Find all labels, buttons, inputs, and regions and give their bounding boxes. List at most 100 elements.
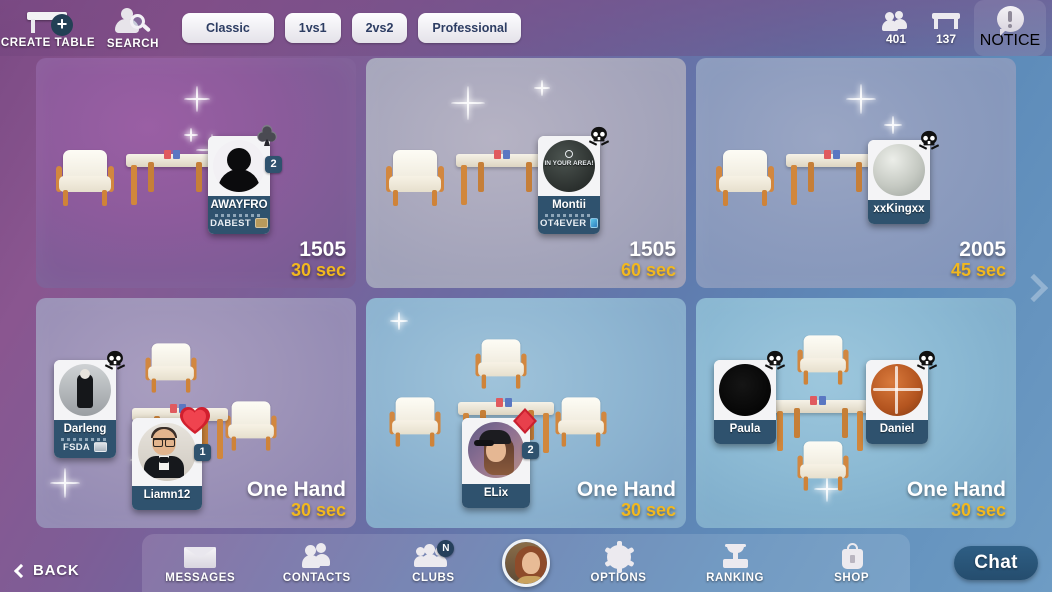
player-card[interactable]: 1 Liamn12 bbox=[132, 407, 211, 510]
chair bbox=[797, 335, 849, 385]
table-score: 1505 bbox=[299, 238, 346, 262]
table-card-6[interactable]: Paula Daniel One Hand 30 sec bbox=[696, 298, 1016, 528]
club-flag-icon bbox=[94, 442, 108, 453]
player-name: Darleng bbox=[63, 423, 107, 435]
shop-bag-icon bbox=[835, 542, 869, 569]
avatar-image-sphere bbox=[873, 144, 925, 196]
nav-item-clubs[interactable]: N CLUBS bbox=[385, 539, 481, 584]
chair bbox=[797, 441, 849, 491]
divider bbox=[545, 213, 593, 217]
club-name: FSDA bbox=[62, 441, 91, 453]
game-mode-filters: Classic 1vs1 2vs2 Professional bbox=[182, 13, 522, 43]
avatar bbox=[868, 140, 930, 200]
divider bbox=[61, 437, 109, 441]
nav-item-options[interactable]: OPTIONS bbox=[571, 540, 667, 584]
table-info: One Hand 30 sec bbox=[907, 479, 1006, 520]
nameplate: xxKingxx bbox=[868, 200, 930, 224]
table-card-5[interactable]: 2 ELix One Hand 30 sec bbox=[366, 298, 686, 528]
table-score: One Hand bbox=[576, 478, 676, 502]
chevron-left-icon bbox=[13, 563, 29, 578]
back-button[interactable]: BACK bbox=[13, 562, 80, 579]
player-name: Liamn12 bbox=[143, 489, 191, 501]
table-info: 2005 45 sec bbox=[951, 239, 1006, 280]
chair bbox=[716, 150, 774, 206]
user-avatar[interactable] bbox=[501, 539, 550, 587]
table-time: 45 sec bbox=[950, 260, 1006, 281]
tables-open-counter[interactable]: 137 bbox=[932, 11, 960, 46]
table-card-3[interactable]: xxKingxx 2005 45 sec bbox=[696, 58, 1016, 288]
gear-icon bbox=[602, 540, 636, 573]
table-time: 60 sec bbox=[620, 260, 676, 281]
table-card-4[interactable]: Darleng FSDA 1 Liamn12 One Hand 30 sec bbox=[36, 298, 356, 528]
create-table-icon: + bbox=[25, 8, 73, 36]
player-card[interactable]: 2 AWAYFRO DABEST bbox=[208, 124, 282, 234]
player-card[interactable]: Darleng FSDA bbox=[54, 350, 126, 458]
bottom-navigation-bar: BACK MESSAGES CONTACTS N CLUBS OPTIONS R… bbox=[0, 534, 1052, 592]
nameplate: AWAYFRO DABEST bbox=[208, 196, 270, 234]
nav-item-ranking[interactable]: RANKING bbox=[687, 543, 783, 584]
nameplate: Darleng FSDA bbox=[54, 420, 116, 458]
avatar-image-bw-person bbox=[59, 364, 111, 416]
player-name: Montii bbox=[552, 199, 586, 211]
trophy-icon bbox=[718, 543, 752, 569]
club-name: DABEST bbox=[210, 217, 251, 229]
chair bbox=[389, 397, 441, 447]
player-count-badge: 2 bbox=[522, 442, 539, 459]
contacts-icon bbox=[300, 542, 334, 569]
table-info: 1505 30 sec bbox=[291, 239, 346, 280]
create-table-button[interactable]: + CREATE TABLE bbox=[0, 2, 96, 54]
players-online-count: 401 bbox=[885, 31, 907, 46]
nav-item-messages[interactable]: MESSAGES bbox=[152, 543, 248, 584]
player-name: xxKingxx bbox=[873, 203, 925, 215]
filter-2vs2[interactable]: 2vs2 bbox=[351, 13, 408, 43]
table-score: 1505 bbox=[629, 238, 676, 262]
players-online-counter[interactable]: 401 bbox=[882, 10, 910, 46]
club-suit-icon bbox=[257, 124, 277, 146]
scroll-right-chevron-icon[interactable] bbox=[1020, 270, 1046, 310]
chat-button[interactable]: Chat bbox=[954, 546, 1038, 580]
clubs-new-badge: N bbox=[437, 539, 455, 557]
nav-label-contacts: CONTACTS bbox=[282, 571, 351, 584]
player-card[interactable]: Paula bbox=[714, 350, 786, 444]
player-card[interactable]: Daniel bbox=[866, 350, 938, 444]
nameplate: ELix bbox=[462, 484, 530, 508]
nav-item-shop[interactable]: SHOP bbox=[804, 542, 900, 584]
nav-panel: MESSAGES CONTACTS N CLUBS OPTIONS RANKIN… bbox=[142, 534, 910, 592]
player-card[interactable]: xxKingxx bbox=[868, 130, 940, 224]
player-name: ELix bbox=[483, 487, 509, 499]
nav-label-clubs: CLUBS bbox=[412, 571, 455, 584]
search-label: SEARCH bbox=[106, 37, 160, 50]
notice-icon bbox=[996, 6, 1024, 36]
avatar-image-dark-disc: IN YOUR AREA! bbox=[543, 140, 595, 192]
search-button[interactable]: SEARCH bbox=[96, 2, 170, 54]
table-card-2[interactable]: IN YOUR AREA! Montii OT4EVER 1505 60 sec bbox=[366, 58, 686, 288]
nav-label-options: OPTIONS bbox=[590, 571, 647, 584]
clubs-icon: N bbox=[414, 539, 455, 569]
avatar-text: IN YOUR AREA! bbox=[544, 160, 594, 167]
nameplate: Montii OT4EVER bbox=[538, 196, 600, 234]
chair bbox=[145, 343, 197, 393]
table-icon bbox=[932, 11, 960, 31]
avatar bbox=[866, 360, 928, 420]
nameplate: Paula bbox=[714, 420, 776, 444]
player-card[interactable]: IN YOUR AREA! Montii OT4EVER bbox=[538, 126, 610, 234]
chair bbox=[386, 150, 444, 206]
club-name: OT4EVER bbox=[540, 217, 587, 229]
table-time: 30 sec bbox=[290, 500, 346, 521]
notice-button[interactable]: NOTICE bbox=[974, 0, 1046, 56]
top-header-bar: + CREATE TABLE SEARCH Classic 1vs1 2vs2 … bbox=[0, 0, 1052, 56]
lobby-counters: 401 137 bbox=[882, 10, 960, 46]
player-card[interactable]: 2 ELix bbox=[462, 408, 539, 508]
people-icon bbox=[882, 10, 910, 31]
filter-classic[interactable]: Classic bbox=[182, 13, 274, 43]
filter-professional[interactable]: Professional bbox=[418, 13, 522, 43]
table-score: One Hand bbox=[246, 478, 346, 502]
table-card-1[interactable]: 2 AWAYFRO DABEST 1505 30 sec bbox=[36, 58, 356, 288]
filter-1vs1[interactable]: 1vs1 bbox=[284, 13, 341, 43]
player-name: Daniel bbox=[879, 423, 915, 435]
avatar-image-black-disc bbox=[719, 364, 771, 416]
nav-label-shop: SHOP bbox=[834, 571, 870, 584]
heart-suit-icon bbox=[180, 407, 210, 434]
nav-item-contacts[interactable]: CONTACTS bbox=[269, 542, 365, 584]
table-score: 2005 bbox=[959, 238, 1006, 262]
